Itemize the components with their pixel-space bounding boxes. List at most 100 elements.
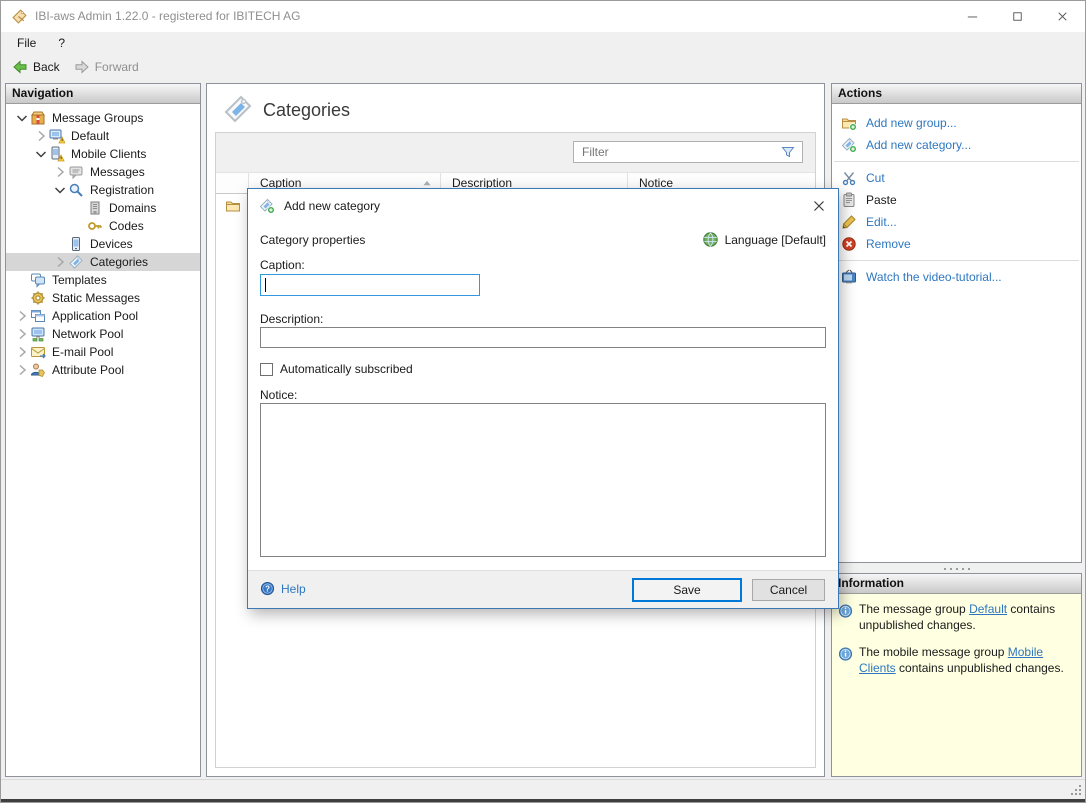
description-field[interactable] (260, 327, 826, 348)
menu-item-help[interactable]: ? (47, 32, 76, 55)
action-add-new-category[interactable]: Add new category... (832, 134, 1081, 156)
info-text: The mobile message group Mobile Clients … (859, 645, 1064, 675)
language-selector[interactable]: Language [Default] (702, 231, 826, 248)
filter-band (216, 133, 815, 172)
action-label: Cut (866, 171, 885, 185)
actions-header: Actions (832, 84, 1081, 104)
menu-item-file[interactable]: File (6, 32, 47, 55)
help-link[interactable]: ? Help (260, 581, 306, 596)
action-edit[interactable]: Edit... (832, 211, 1081, 233)
tree-item-label: E-mail Pool (52, 345, 114, 359)
close-button[interactable] (1040, 1, 1085, 32)
chevron-collapsed-icon[interactable] (52, 164, 68, 180)
back-icon (12, 59, 28, 75)
default-group-icon (49, 128, 65, 144)
info-icon (838, 646, 853, 662)
auto-subscribed-checkbox[interactable] (260, 362, 273, 376)
save-button[interactable]: Save (632, 578, 742, 602)
action-add-new-group[interactable]: Add new group... (832, 112, 1081, 134)
tree-item-label: Templates (52, 273, 107, 287)
dialog-close-icon[interactable] (811, 198, 827, 214)
chevron-collapsed-icon[interactable] (52, 254, 68, 270)
notice-field[interactable] (260, 403, 826, 557)
toolbar: Back Forward (1, 55, 1085, 79)
tree-item-label: Network Pool (52, 327, 124, 341)
chevron-expanded-icon[interactable] (33, 146, 49, 162)
info-link-mobile-clients[interactable]: Mobile Clients (859, 645, 1043, 675)
filter-icon[interactable] (780, 144, 796, 160)
navigation-tree: Message Groups Default Mobile Clients Messa… (6, 104, 200, 379)
tree-item-label: Categories (90, 255, 149, 269)
dialog-title: Add new category (284, 199, 381, 213)
filter-input[interactable] (574, 145, 780, 159)
tag-add-icon (259, 198, 275, 214)
info-link-default[interactable]: Default (969, 602, 1007, 616)
action-label: Add new group... (866, 116, 957, 130)
tree-item-label: Message Groups (52, 111, 144, 125)
window-bottom-edge (1, 799, 1085, 802)
chevron-expanded-icon[interactable] (52, 182, 68, 198)
cancel-button[interactable]: Cancel (752, 579, 825, 601)
action-cut[interactable]: Cut (832, 167, 1081, 189)
tree-item-static-messages[interactable]: Static Messages (6, 289, 200, 307)
column-header-selector[interactable] (216, 173, 249, 193)
info-item: The mobile message group Mobile Clients … (838, 645, 1075, 676)
tree-item-attribute-pool[interactable]: Attribute Pool (6, 361, 200, 379)
tree-item-application-pool[interactable]: Application Pool (6, 307, 200, 325)
separator (834, 161, 1079, 162)
minimize-button[interactable] (950, 1, 995, 32)
action-paste[interactable]: Paste (832, 189, 1081, 211)
action-label: Add new category... (866, 138, 972, 152)
maximize-button[interactable] (995, 1, 1040, 32)
info-item: The message group Default contains unpub… (838, 602, 1075, 633)
tv-icon (841, 269, 857, 285)
tree-item-devices[interactable]: Devices (6, 235, 200, 253)
caption-field[interactable] (260, 274, 480, 296)
globe-icon (702, 231, 719, 248)
close-icon (1055, 9, 1070, 24)
info-icon (838, 603, 853, 619)
action-watch-the-video-tutorial[interactable]: Watch the video-tutorial... (832, 266, 1081, 288)
dialog-body: Category properties Language [Default] C… (248, 223, 838, 570)
resize-grip-icon[interactable] (1070, 784, 1083, 797)
tree-item-e-mail-pool[interactable]: E-mail Pool (6, 343, 200, 361)
tree-item-codes[interactable]: Codes (6, 217, 200, 235)
window-title: IBI-aws Admin 1.22.0 - registered for IB… (35, 9, 301, 23)
devices-icon (68, 236, 84, 252)
tree-item-label: Default (71, 129, 110, 143)
help-icon: ? (260, 581, 275, 596)
navigation-header: Navigation (6, 84, 200, 104)
action-remove[interactable]: Remove (832, 233, 1081, 255)
tree-item-messages[interactable]: Messages (6, 163, 200, 181)
tree-item-registration[interactable]: Registration (6, 181, 200, 199)
chevron-collapsed-icon[interactable] (33, 128, 49, 144)
forward-button[interactable]: Forward (67, 55, 146, 79)
tree-item-templates[interactable]: Templates (6, 271, 200, 289)
help-label: Help (281, 581, 306, 596)
chevron-collapsed-icon[interactable] (14, 308, 30, 324)
scissors-icon (841, 170, 857, 186)
mobile-clients-icon (49, 146, 65, 162)
language-label: Language [Default] (724, 232, 826, 247)
tree-item-categories[interactable]: Categories (6, 253, 200, 271)
folder-icon (225, 198, 241, 214)
chevron-collapsed-icon[interactable] (14, 362, 30, 378)
tag-add-icon (841, 137, 857, 153)
tree-item-domains[interactable]: Domains (6, 199, 200, 217)
status-bar (1, 779, 1085, 799)
folder-add-icon (841, 115, 857, 131)
chevron-collapsed-icon[interactable] (14, 344, 30, 360)
information-header: Information (832, 574, 1081, 594)
back-button[interactable]: Back (5, 55, 67, 79)
chevron-collapsed-icon[interactable] (14, 326, 30, 342)
templates-icon (30, 272, 46, 288)
tree-item-default[interactable]: Default (6, 127, 200, 145)
panel-splitter[interactable] (831, 565, 1082, 572)
caption-label: Caption: (260, 258, 305, 272)
chevron-expanded-icon[interactable] (14, 110, 30, 126)
tree-item-network-pool[interactable]: Network Pool (6, 325, 200, 343)
tree-item-mobile-clients[interactable]: Mobile Clients (6, 145, 200, 163)
tree-item-message-groups[interactable]: Message Groups (6, 109, 200, 127)
